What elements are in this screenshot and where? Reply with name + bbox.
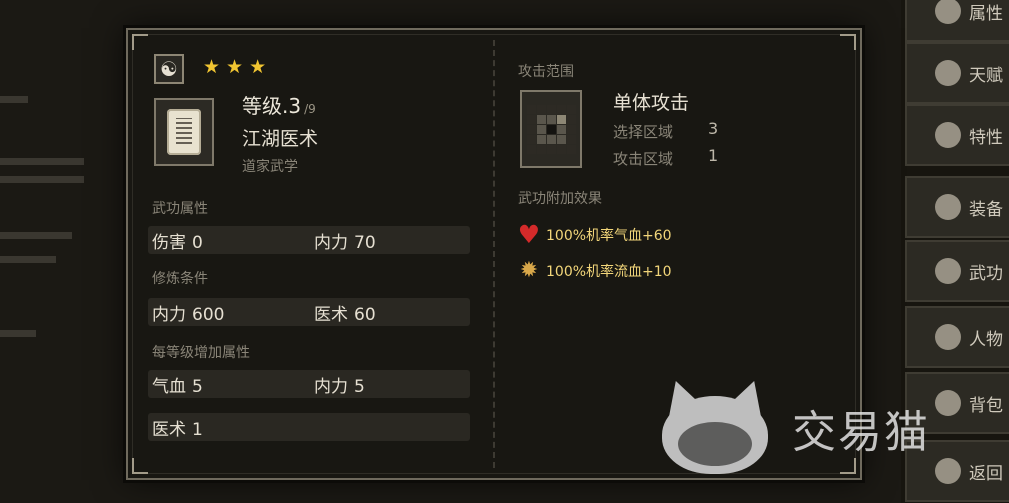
frame-corner xyxy=(132,34,148,50)
bg-bar xyxy=(0,158,84,165)
tab-talent[interactable]: 天赋 xyxy=(905,42,1009,104)
per-level-title: 每等级增加属性 xyxy=(152,345,250,361)
stat-internal-power: 内力 70 xyxy=(314,233,376,253)
skill-book-icon xyxy=(154,98,214,166)
tab-attributes[interactable]: 属性 xyxy=(905,0,1009,42)
req-medicine: 医术 60 xyxy=(314,305,376,325)
per-level-internal-power: 内力 5 xyxy=(314,377,365,397)
per-level-health: 气血 5 xyxy=(152,377,203,397)
star-icon: ★ xyxy=(203,56,221,78)
skill-level: 等级.3 /9 xyxy=(242,94,316,118)
req-internal-power: 内力 600 xyxy=(152,305,225,325)
sword-icon xyxy=(935,194,961,220)
watermark: 交易猫 xyxy=(654,374,930,478)
skill-school: 道家武学 xyxy=(242,159,298,175)
select-area-label: 选择区域 xyxy=(613,123,674,141)
tab-skills[interactable]: 武功 xyxy=(905,240,1009,302)
yin-yang-icon: ☯ xyxy=(154,54,184,84)
frame-corner xyxy=(840,34,856,50)
stat-damage: 伤害 0 xyxy=(152,233,203,253)
tab-traits[interactable]: 特性 xyxy=(905,104,1009,166)
bag-icon xyxy=(935,390,961,416)
effect-health: ♥ 100%机率气血+60 xyxy=(514,222,672,248)
bg-bar xyxy=(0,232,72,239)
book-icon xyxy=(935,258,961,284)
person-icon xyxy=(935,0,961,24)
star-icon: ★ xyxy=(249,56,267,78)
per-level-medicine: 医术 1 xyxy=(152,420,203,440)
attack-area-label: 攻击区域 xyxy=(613,150,674,168)
bg-bar xyxy=(0,256,56,263)
select-area-value: 3 xyxy=(708,119,719,138)
cat-logo-icon xyxy=(654,374,776,478)
effect-bleed: ✹ 100%机率流血+10 xyxy=(514,259,672,283)
effects-title: 武功附加效果 xyxy=(518,191,602,207)
column-divider xyxy=(493,40,495,468)
heart-icon: ♥ xyxy=(517,220,541,249)
attack-area-value: 1 xyxy=(708,146,719,165)
frame-corner xyxy=(132,458,148,474)
tab-characters[interactable]: 人物 xyxy=(905,306,1009,368)
attack-range-title: 攻击范围 xyxy=(518,64,574,80)
attack-type: 单体攻击 xyxy=(613,92,690,114)
skill-name: 江湖医术 xyxy=(242,128,319,150)
star-rating: ★ ★ ★ xyxy=(203,57,266,77)
tab-equipment[interactable]: 装备 xyxy=(905,176,1009,238)
blood-splat-icon: ✹ xyxy=(519,258,539,283)
bg-bar xyxy=(0,96,28,103)
bg-bar xyxy=(0,176,84,183)
attributes-title: 武功属性 xyxy=(152,201,208,217)
requirements-title: 修炼条件 xyxy=(152,271,208,287)
star-icon: ★ xyxy=(226,56,244,78)
people-icon xyxy=(935,324,961,350)
bg-bar xyxy=(0,330,36,337)
trait-icon xyxy=(935,122,961,148)
return-icon xyxy=(935,458,961,484)
talent-icon xyxy=(935,60,961,86)
attack-range-grid xyxy=(520,90,582,168)
